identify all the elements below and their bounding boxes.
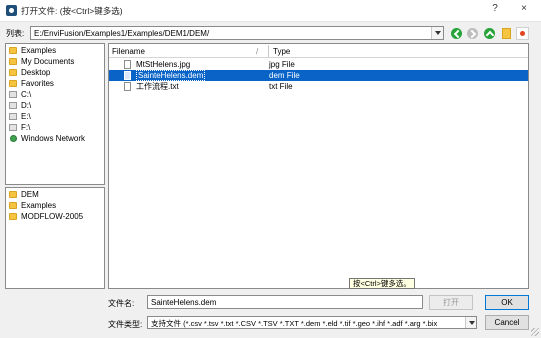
view-mode-icon[interactable] <box>516 27 529 40</box>
cancel-button[interactable]: Cancel <box>485 315 529 330</box>
place-item-drive-e[interactable]: E:\ <box>6 111 104 122</box>
path-bar: 列表: E:/EnviFusion/Examples1/Examples/DEM… <box>0 24 541 42</box>
file-list-header: Filename / Type <box>109 44 528 58</box>
place-label: Windows Network <box>21 134 86 143</box>
drive-icon <box>9 91 17 98</box>
back-arrow-icon[interactable] <box>451 28 462 39</box>
drive-icon <box>9 124 17 131</box>
column-separator[interactable] <box>268 45 269 57</box>
place-label: F:\ <box>21 123 31 132</box>
resize-grip-icon[interactable] <box>531 328 539 336</box>
place-item-drive-c[interactable]: C:\ <box>6 89 104 100</box>
place-label: Examples <box>21 46 57 55</box>
ok-button[interactable]: OK <box>485 295 529 310</box>
file-icon <box>124 60 131 69</box>
place-item-windows-network[interactable]: Windows Network <box>6 133 104 144</box>
place-label: Desktop <box>21 68 51 77</box>
file-row-selected[interactable]: SainteHelens.dem dem File <box>109 70 528 81</box>
drive-icon <box>9 113 17 120</box>
column-header-filename[interactable]: Filename <box>112 47 145 56</box>
network-icon <box>10 135 17 142</box>
place-label: C:\ <box>21 90 32 99</box>
file-row[interactable]: MtStHelens.jpg jpg File <box>109 59 528 70</box>
path-value: E:/EnviFusion/Examples1/Examples/DEM1/DE… <box>34 29 210 38</box>
recent-item-examples[interactable]: Examples <box>6 200 104 211</box>
sort-indicator: / <box>256 47 259 56</box>
new-folder-icon[interactable] <box>502 28 511 39</box>
recent-item-modflow[interactable]: MODFLOW-2005 <box>6 211 104 222</box>
folder-icon <box>9 47 17 54</box>
place-item-drive-d[interactable]: D:\ <box>6 100 104 111</box>
close-button[interactable]: × <box>517 3 531 14</box>
place-label: Favorites <box>21 79 54 88</box>
folder-icon <box>9 202 17 209</box>
file-type: txt File <box>269 82 293 91</box>
column-header-type[interactable]: Type <box>273 47 290 56</box>
path-combo[interactable]: E:/EnviFusion/Examples1/Examples/DEM1/DE… <box>30 26 444 40</box>
path-label: 列表: <box>6 29 25 38</box>
file-list: Filename / Type MtStHelens.jpg jpg File … <box>108 43 529 289</box>
place-label: D:\ <box>21 101 32 110</box>
multiselect-tooltip: 按<Ctrl>键多选。 <box>349 278 415 289</box>
recent-item-dem[interactable]: DEM <box>6 189 104 200</box>
open-button[interactable]: 打开 <box>429 295 473 310</box>
title-bar: 打开文件: (按<Ctrl>键多选) ? × <box>0 0 541 22</box>
file-name: SainteHelens.dem <box>136 70 206 81</box>
recent-folders-panel: DEM Examples MODFLOW-2005 <box>5 187 105 289</box>
place-label: E:\ <box>21 112 31 121</box>
folder-icon <box>9 58 17 65</box>
filetype-value: 支持文件 (*.csv *.tsv *.txt *.CSV *.TSV *.TX… <box>151 319 438 328</box>
folder-icon <box>9 80 17 87</box>
filename-input[interactable] <box>147 295 423 309</box>
filetype-select[interactable]: 支持文件 (*.csv *.tsv *.txt *.CSV *.TSV *.TX… <box>147 316 477 329</box>
folder-icon <box>9 69 17 76</box>
file-name: 工作流程.txt <box>136 82 179 91</box>
app-icon <box>6 5 17 16</box>
file-type: dem File <box>269 71 300 80</box>
file-icon <box>124 82 131 91</box>
folder-icon <box>9 213 17 220</box>
place-item-examples[interactable]: Examples <box>6 45 104 56</box>
recent-label: Examples <box>21 201 57 210</box>
place-item-favorites[interactable]: Favorites <box>6 78 104 89</box>
filename-label: 文件名: <box>108 299 135 308</box>
folder-icon <box>9 191 17 198</box>
recent-label: DEM <box>21 190 39 199</box>
help-button[interactable]: ? <box>488 3 502 14</box>
place-item-desktop[interactable]: Desktop <box>6 67 104 78</box>
window-title: 打开文件: (按<Ctrl>键多选) <box>21 6 123 16</box>
up-arrow-icon[interactable] <box>484 28 495 39</box>
forward-arrow-icon[interactable] <box>467 28 478 39</box>
chevron-down-icon[interactable] <box>465 317 476 328</box>
file-name: MtStHelens.jpg <box>136 60 191 69</box>
places-panel: Examples My Documents Desktop Favorites … <box>5 43 105 185</box>
place-item-my-documents[interactable]: My Documents <box>6 56 104 67</box>
drive-icon <box>9 102 17 109</box>
file-type: jpg File <box>269 60 295 69</box>
place-label: My Documents <box>21 57 75 66</box>
chevron-down-icon[interactable] <box>431 27 443 39</box>
place-item-drive-f[interactable]: F:\ <box>6 122 104 133</box>
recent-label: MODFLOW-2005 <box>21 212 84 221</box>
filetype-label: 文件类型: <box>108 320 143 329</box>
file-icon <box>124 71 131 80</box>
file-row[interactable]: 工作流程.txt txt File <box>109 81 528 92</box>
